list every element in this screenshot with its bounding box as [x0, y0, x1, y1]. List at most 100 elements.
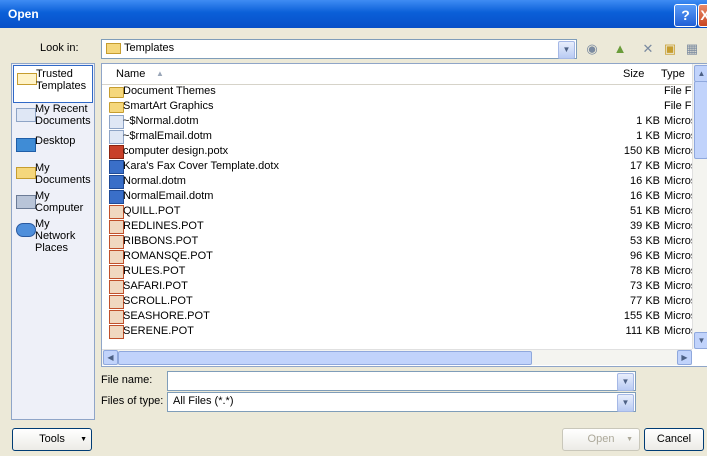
file-type: Microso: [664, 160, 692, 172]
file-row[interactable]: Normal.dotm 16 KB Microso: [102, 174, 692, 189]
vertical-scrollbar[interactable]: ▲ ▼: [692, 64, 707, 349]
file-row[interactable]: RIBBONS.POT 53 KB Microso: [102, 234, 692, 249]
file-name-input[interactable]: ▼: [167, 371, 636, 391]
scroll-up-button[interactable]: ▲: [694, 65, 707, 82]
file-size: 73 KB: [630, 280, 660, 292]
file-row[interactable]: SmartArt Graphics File Fol: [102, 99, 692, 114]
chevron-down-icon[interactable]: ▼: [617, 373, 634, 391]
file-row[interactable]: ~$Normal.dotm 1 KB Microso: [102, 114, 692, 129]
horizontal-scrollbar[interactable]: ◀ ▶: [102, 349, 692, 365]
scroll-left-button[interactable]: ◀: [103, 350, 118, 365]
toolbar: ◉ ▲ ✕ ▣ ▦: [580, 38, 707, 60]
file-icon: [109, 145, 124, 159]
file-icon: [109, 190, 124, 204]
tools-label: Tools: [39, 433, 65, 445]
open-label: Open: [587, 433, 615, 445]
file-size: 96 KB: [630, 250, 660, 262]
file-size: 51 KB: [630, 205, 660, 217]
vertical-scroll-thumb[interactable]: [694, 81, 707, 159]
views-button[interactable]: ▦: [682, 39, 702, 59]
open-button[interactable]: Open ▼: [562, 428, 640, 451]
file-row[interactable]: Kara's Fax Cover Template.dotx 17 KB Micro…: [102, 159, 692, 174]
title-bar[interactable]: Open ? X: [0, 0, 707, 28]
file-name-label: File name:: [101, 374, 153, 386]
file-icon: [109, 115, 124, 129]
file-row[interactable]: SAFARI.POT 73 KB Microso: [102, 279, 692, 294]
folder-icon: [106, 43, 121, 54]
file-type: Microso: [664, 250, 692, 262]
file-size: 1 KB: [636, 130, 660, 142]
file-size: 17 KB: [630, 160, 660, 172]
place-trusted-templates[interactable]: Trusted Templates: [13, 65, 93, 103]
tools-button[interactable]: Tools ▼: [12, 428, 92, 451]
new-folder-button[interactable]: ▣: [660, 39, 680, 59]
recent-documents-icon: [16, 108, 36, 122]
file-name: ~$Normal.dotm: [123, 115, 199, 127]
place-my-network-places[interactable]: My Network Places: [13, 216, 93, 254]
column-name[interactable]: Name: [116, 68, 145, 80]
file-name: REDLINES.POT: [123, 220, 204, 232]
chevron-down-icon[interactable]: ▼: [558, 41, 575, 59]
file-icon: [109, 220, 124, 234]
file-row[interactable]: ROMANSQE.POT 96 KB Microso: [102, 249, 692, 264]
file-row[interactable]: SEASHORE.POT 155 KB Microso: [102, 309, 692, 324]
file-type: Microso: [664, 295, 692, 307]
column-type[interactable]: Type: [661, 68, 685, 80]
file-icon: [109, 160, 124, 174]
file-row[interactable]: QUILL.POT 51 KB Microso: [102, 204, 692, 219]
file-size: 1 KB: [636, 115, 660, 127]
help-button[interactable]: ?: [674, 4, 697, 27]
files-of-type-value: All Files (*.*): [173, 395, 234, 407]
column-size[interactable]: Size: [623, 68, 644, 80]
file-icon: [109, 235, 124, 249]
network-places-icon: [16, 223, 36, 237]
file-name: RULES.POT: [123, 265, 186, 277]
files-of-type-select[interactable]: All Files (*.*) ▼: [167, 392, 636, 412]
chevron-down-icon[interactable]: ▼: [617, 394, 634, 412]
close-button[interactable]: X: [698, 4, 707, 27]
file-row[interactable]: SERENE.POT 111 KB Microso: [102, 324, 692, 339]
file-row[interactable]: ~$rmalEmail.dotm 1 KB Microso: [102, 129, 692, 144]
scroll-down-button[interactable]: ▼: [694, 332, 707, 349]
my-documents-icon: [16, 167, 36, 179]
places-bar: Trusted Templates My Recent Documents De…: [11, 63, 95, 420]
scroll-right-button[interactable]: ▶: [677, 350, 692, 365]
file-type: File Fol: [664, 85, 692, 97]
file-size: 77 KB: [630, 295, 660, 307]
file-type: Microso: [664, 235, 692, 247]
file-type: Microso: [664, 280, 692, 292]
horizontal-scroll-thumb[interactable]: [118, 351, 532, 365]
file-row[interactable]: RULES.POT 78 KB Microso: [102, 264, 692, 279]
chevron-down-icon: ▼: [80, 436, 87, 443]
look-in-combo[interactable]: Templates ▼: [101, 39, 577, 59]
my-computer-icon: [16, 195, 36, 209]
look-in-value: Templates: [124, 42, 175, 54]
file-type: Microso: [664, 190, 692, 202]
file-type: File Fol: [664, 100, 692, 112]
place-label: My Computer: [35, 190, 84, 214]
column-header: Name ▲ Size Type: [102, 64, 692, 85]
look-in-label: Look in:: [40, 42, 79, 54]
file-row[interactable]: SCROLL.POT 77 KB Microso: [102, 294, 692, 309]
file-icon: [109, 265, 124, 279]
chevron-down-icon: ▼: [626, 436, 633, 443]
file-row[interactable]: REDLINES.POT 39 KB Microso: [102, 219, 692, 234]
file-name: QUILL.POT: [123, 205, 181, 217]
cancel-button[interactable]: Cancel: [644, 428, 704, 451]
folder-icon: [17, 73, 37, 85]
file-icon: [109, 250, 124, 264]
file-row[interactable]: Document Themes File Fol: [102, 84, 692, 99]
file-name: ~$rmalEmail.dotm: [123, 130, 212, 142]
folder-icon: [109, 87, 124, 98]
file-row[interactable]: computer design.potx 150 KB Microso: [102, 144, 692, 159]
files-of-type-label: Files of type:: [101, 395, 164, 407]
delete-button[interactable]: ✕: [638, 39, 658, 59]
back-button[interactable]: ◉: [582, 39, 602, 59]
file-size: 150 KB: [623, 145, 660, 157]
file-name: RIBBONS.POT: [123, 235, 199, 247]
file-row[interactable]: NormalEmail.dotm 16 KB Microso: [102, 189, 692, 204]
up-folder-button[interactable]: ▲: [610, 39, 630, 59]
file-name: SmartArt Graphics: [123, 100, 214, 112]
file-size: 53 KB: [630, 235, 660, 247]
file-list[interactable]: Name ▲ Size Type Document Themes File Fol…: [101, 63, 707, 367]
